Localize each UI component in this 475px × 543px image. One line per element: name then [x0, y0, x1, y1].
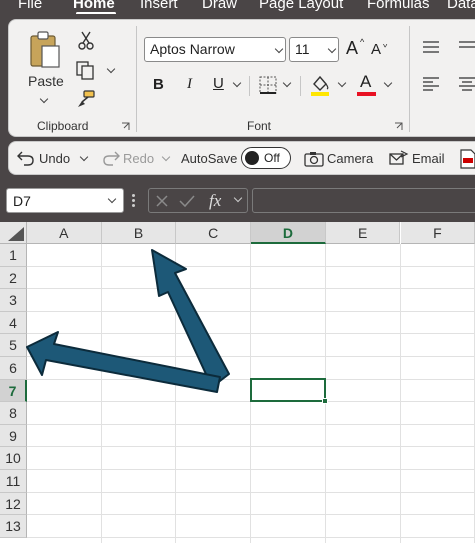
- annotation-arrows: [26, 249, 230, 393]
